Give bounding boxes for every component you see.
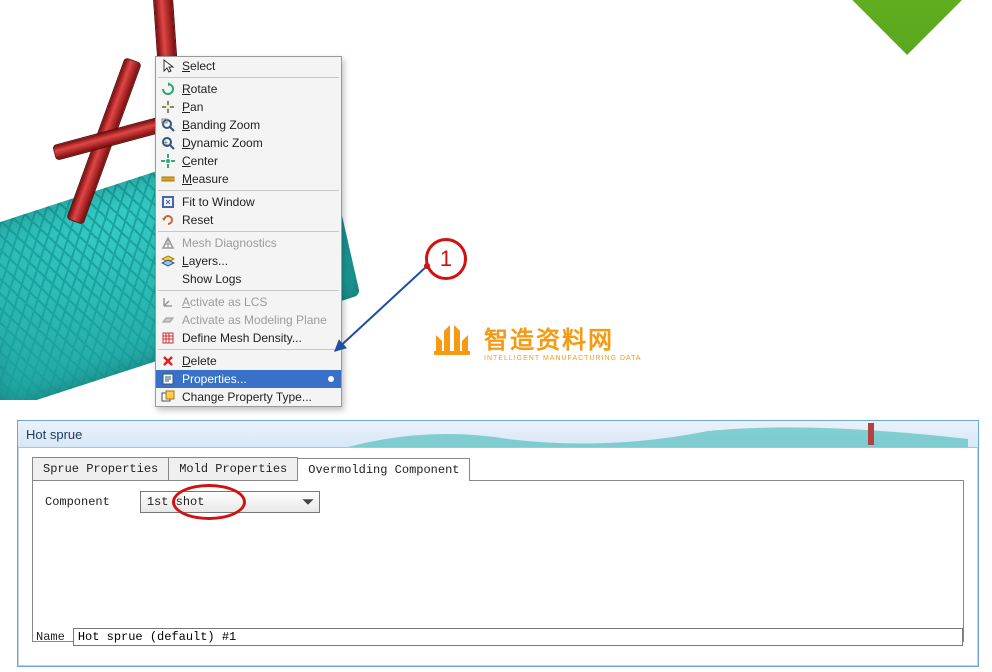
tab-label: Overmolding Component [308, 463, 459, 477]
context-menu: Select Rotate Pan Banding Zoom ± Dynamic Zoom… [155, 56, 342, 407]
menu-item-label: Properties... [182, 372, 321, 386]
tab-mold-properties[interactable]: Mold Properties [168, 457, 298, 480]
component-label: Component [45, 495, 110, 509]
menu-item-label: Dynamic Zoom [182, 136, 335, 150]
delete-icon [160, 353, 176, 369]
menu-item-activate-as-modeling-plane: Activate as Modeling Plane [156, 311, 341, 329]
tab-overmolding-component[interactable]: Overmolding Component [297, 458, 470, 481]
menu-item-measure[interactable]: Measure [156, 170, 341, 188]
meshdiag-icon [160, 235, 176, 251]
svg-text:±: ± [164, 140, 168, 147]
menu-item-fit-to-window[interactable]: Fit to Window [156, 193, 341, 211]
rotate-icon [160, 81, 176, 97]
menu-item-label: Delete [182, 354, 335, 368]
fit-icon [160, 194, 176, 210]
dialog-title: Hot sprue [26, 427, 82, 442]
menu-item-label: Show Logs [182, 272, 335, 286]
menu-item-reset[interactable]: Reset [156, 211, 341, 229]
annotation-callout-1: 1 [425, 238, 467, 280]
logo-text: 智造资料网 [484, 320, 642, 355]
menu-item-label: Pan [182, 100, 335, 114]
measure-icon [160, 171, 176, 187]
menu-item-pan[interactable]: Pan [156, 98, 341, 116]
props-icon [160, 371, 176, 387]
menu-item-label: Mesh Diagnostics [182, 236, 335, 250]
chevron-down-icon [301, 495, 315, 509]
titlebar-art [348, 421, 968, 447]
name-field[interactable] [73, 628, 963, 646]
logo-icon [430, 321, 474, 361]
menu-item-label: Change Property Type... [182, 390, 335, 404]
annotation-highlight [172, 484, 246, 520]
menu-item-label: Center [182, 154, 335, 168]
menu-item-banding-zoom[interactable]: Banding Zoom [156, 116, 341, 134]
name-label: Name [36, 630, 65, 644]
properties-dialog: Hot sprue Sprue Properties Mold Properti… [17, 420, 979, 667]
page-corner-triangle [822, 0, 992, 55]
menu-item-rotate[interactable]: Rotate [156, 80, 341, 98]
menu-item-label: Define Mesh Density... [182, 331, 335, 345]
blank-icon [160, 271, 176, 287]
menu-item-label: Fit to Window [182, 195, 335, 209]
menu-item-label: Reset [182, 213, 335, 227]
center-icon [160, 153, 176, 169]
selection-dot-icon [327, 372, 335, 386]
tab-label: Mold Properties [179, 462, 287, 476]
layers-icon [160, 253, 176, 269]
sprue-geometry [152, 0, 177, 65]
density-icon [160, 330, 176, 346]
menu-item-label: Measure [182, 172, 335, 186]
magband-icon [160, 117, 176, 133]
cursor-icon [160, 58, 176, 74]
menu-item-label: Select [182, 59, 335, 73]
tab-pane: Component 1st shot [32, 481, 964, 642]
menu-item-select[interactable]: Select [156, 57, 341, 75]
dialog-titlebar[interactable]: Hot sprue [18, 421, 978, 448]
menu-item-delete[interactable]: Delete [156, 352, 341, 370]
menu-item-show-logs[interactable]: Show Logs [156, 270, 341, 288]
menu-item-mesh-diagnostics: Mesh Diagnostics [156, 234, 341, 252]
menu-item-label: Layers... [182, 254, 335, 268]
pan-icon [160, 99, 176, 115]
watermark-logo: 智造资料网 INTELLIGENT MANUFACTURING DATA [430, 320, 642, 362]
menu-item-activate-as-lcs: Activate as LCS [156, 293, 341, 311]
menu-item-center[interactable]: Center [156, 152, 341, 170]
menu-item-layers[interactable]: Layers... [156, 252, 341, 270]
propchg-icon [160, 389, 176, 405]
magdyn-icon: ± [160, 135, 176, 151]
tab-sprue-properties[interactable]: Sprue Properties [32, 457, 169, 480]
menu-item-label: Rotate [182, 82, 335, 96]
tab-label: Sprue Properties [43, 462, 158, 476]
menu-item-label: Activate as Modeling Plane [182, 313, 335, 327]
plane-icon [160, 312, 176, 328]
dialog-tabs: Sprue Properties Mold Properties Overmol… [32, 458, 964, 481]
menu-item-define-mesh-density[interactable]: Define Mesh Density... [156, 329, 341, 347]
menu-item-change-property-type[interactable]: Change Property Type... [156, 388, 341, 406]
annotation-number: 1 [440, 246, 452, 272]
logo-subtext: INTELLIGENT MANUFACTURING DATA [484, 355, 642, 362]
menu-item-label: Activate as LCS [182, 295, 335, 309]
menu-item-label: Banding Zoom [182, 118, 335, 132]
lcs-icon [160, 294, 176, 310]
menu-item-properties[interactable]: Properties... [156, 370, 341, 388]
reset-icon [160, 212, 176, 228]
menu-item-dynamic-zoom[interactable]: ± Dynamic Zoom [156, 134, 341, 152]
